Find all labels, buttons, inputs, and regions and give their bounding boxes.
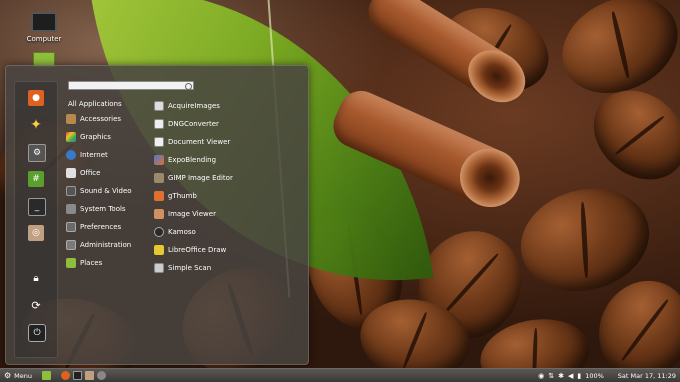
bluetooth-icon[interactable]: ✱ <box>558 372 564 380</box>
app-document-viewer[interactable]: Document Viewer <box>154 135 230 149</box>
user-icon[interactable]: ◉ <box>538 372 544 380</box>
menu-icon: ⚙ <box>4 371 12 380</box>
star-icon[interactable]: ✦ <box>28 117 44 133</box>
app-label: Document Viewer <box>168 138 231 146</box>
firefox-icon[interactable]: ● <box>28 90 44 106</box>
application-menu: ● ✦ ⚙ # _ ◎ 🔒︎ ⟳ ⏻ All Applications Acce… <box>5 65 309 365</box>
image-viewer-icon <box>154 209 164 219</box>
app-dngconverter[interactable]: DNGConverter <box>154 117 219 131</box>
app-kamoso[interactable]: Kamoso <box>154 225 196 239</box>
menu-button-label: Menu <box>14 371 33 380</box>
logout-icon[interactable]: ⟳ <box>28 297 44 313</box>
settings-icon[interactable] <box>97 371 107 380</box>
category-sound-video[interactable]: Sound & Video <box>66 184 132 198</box>
expoblending-icon <box>154 155 164 165</box>
desktop-icon-computer[interactable]: Computer <box>17 12 71 43</box>
category-label: Graphics <box>80 133 111 141</box>
battery-icon[interactable]: ▮ <box>577 372 581 380</box>
app-gthumb[interactable]: gThumb <box>154 189 197 203</box>
category-label: Sound & Video <box>80 187 132 195</box>
libreoffice-draw-icon <box>154 245 164 255</box>
terminal-icon[interactable] <box>73 371 83 380</box>
search-input[interactable] <box>68 81 194 90</box>
category-label: Preferences <box>80 223 122 231</box>
lock-icon[interactable]: 🔒︎ <box>28 270 44 286</box>
app-simple-scan[interactable]: Simple Scan <box>154 261 211 275</box>
app-label: Simple Scan <box>168 264 212 272</box>
system-tools-icon <box>66 204 76 214</box>
folder-icon <box>66 258 76 268</box>
taskbar: ⚙ Menu ◉ ⇅ ✱ ◀ ▮ 100% Sat Mar 17, 11:29 <box>0 368 680 382</box>
app-label: LibreOffice Draw <box>168 246 227 254</box>
category-administration[interactable]: Administration <box>66 238 131 252</box>
network-icon[interactable]: ⇅ <box>548 372 554 380</box>
category-system-tools[interactable]: System Tools <box>66 202 126 216</box>
dng-icon <box>154 119 164 129</box>
category-internet[interactable]: Internet <box>66 148 108 162</box>
terminal-icon[interactable]: _ <box>28 198 46 216</box>
internet-icon <box>66 150 76 160</box>
gthumb-icon <box>154 191 164 201</box>
firefox-icon[interactable] <box>61 371 71 380</box>
app-libreoffice-draw[interactable]: LibreOffice Draw <box>154 243 226 257</box>
app-label: DNGConverter <box>168 120 219 128</box>
preferences-icon <box>66 222 76 232</box>
settings-icon[interactable]: ⚙ <box>28 144 46 162</box>
document-viewer-icon <box>154 137 164 147</box>
scanner-icon <box>154 263 164 273</box>
acquire-icon <box>154 101 164 111</box>
system-tray: ◉ ⇅ ✱ ◀ ▮ 100% Sat Mar 17, 11:29 <box>538 369 676 382</box>
clock[interactable]: Sat Mar 17, 11:29 <box>618 372 676 380</box>
show-desktop-icon[interactable] <box>42 371 52 380</box>
category-label: All Applications <box>68 100 122 108</box>
app-image-viewer[interactable]: Image Viewer <box>154 207 216 221</box>
category-label: System Tools <box>80 205 126 213</box>
terminal-green-icon[interactable]: # <box>28 171 44 187</box>
office-icon <box>66 168 76 178</box>
kamoso-icon <box>154 227 164 237</box>
computer-icon <box>31 12 57 32</box>
category-office[interactable]: Office <box>66 166 100 180</box>
category-label: Places <box>80 259 103 267</box>
gimp-icon <box>154 173 164 183</box>
app-expoblending[interactable]: ExpoBlending <box>154 153 216 167</box>
category-places[interactable]: Places <box>66 256 102 270</box>
files-icon[interactable]: ◎ <box>28 225 44 241</box>
menu-button[interactable]: ⚙ Menu <box>0 369 36 382</box>
app-gimp[interactable]: GIMP Image Editor <box>154 171 233 185</box>
accessories-icon <box>66 114 76 124</box>
files-icon[interactable] <box>85 371 95 380</box>
category-label: Administration <box>80 241 132 249</box>
category-label: Internet <box>80 151 108 159</box>
battery-percentage: 100% <box>585 371 604 380</box>
favorites-panel: ● ✦ ⚙ # _ ◎ 🔒︎ ⟳ ⏻ <box>14 81 58 358</box>
app-label: ExpoBlending <box>168 156 217 164</box>
app-label: Image Viewer <box>168 210 216 218</box>
app-acquireimages[interactable]: AcquireImages <box>154 99 220 113</box>
graphics-icon <box>66 132 76 142</box>
category-accessories[interactable]: Accessories <box>66 112 121 126</box>
app-label: GIMP Image Editor <box>168 174 233 182</box>
category-preferences[interactable]: Preferences <box>66 220 121 234</box>
category-graphics[interactable]: Graphics <box>66 130 111 144</box>
category-label: Accessories <box>80 115 122 123</box>
category-label: Office <box>80 169 101 177</box>
volume-icon[interactable]: ◀ <box>568 372 573 380</box>
app-label: AcquireImages <box>168 102 220 110</box>
desktop-icon-label: Computer <box>26 35 62 43</box>
app-label: gThumb <box>168 192 197 200</box>
multimedia-icon <box>66 186 76 196</box>
category-all-applications[interactable]: All Applications <box>68 97 122 111</box>
app-label: Kamoso <box>168 228 196 236</box>
search-icon <box>185 83 192 90</box>
administration-icon <box>66 240 76 250</box>
power-icon[interactable]: ⏻ <box>28 324 46 342</box>
